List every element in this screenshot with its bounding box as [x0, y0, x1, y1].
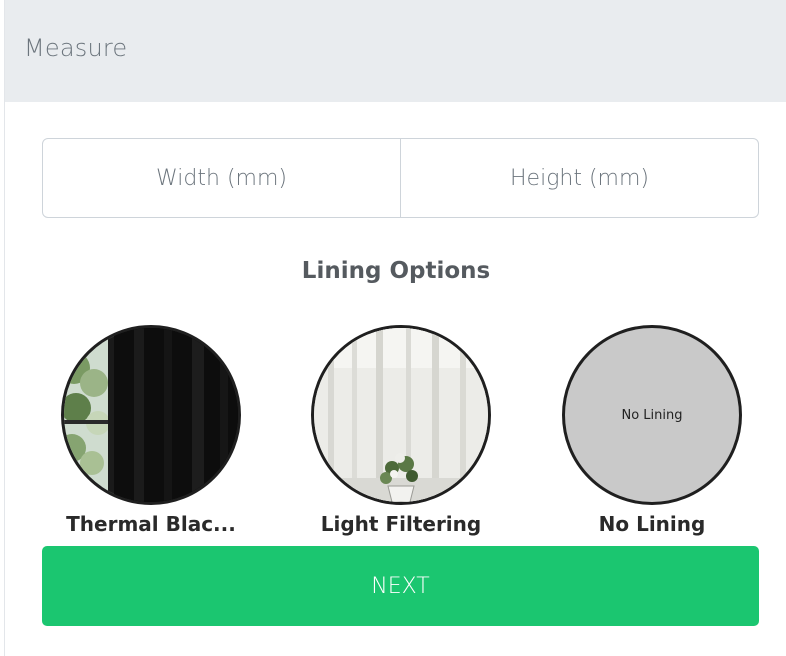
no-lining-image-text: No Lining [621, 407, 683, 423]
lining-option-light-filtering[interactable]: Light Filtering [276, 325, 526, 540]
no-lining-image: No Lining [562, 325, 742, 505]
light-filtering-image [311, 325, 491, 505]
lining-option-label: Light Filtering [320, 512, 482, 536]
height-input[interactable] [401, 139, 758, 217]
lining-option-label: Thermal Blac... [66, 512, 236, 536]
lining-option-no-lining[interactable]: No Lining No Lining [527, 325, 777, 540]
thermal-blackout-image [61, 325, 241, 505]
panel-title: Measure [24, 34, 128, 62]
dimensions-input-group [42, 138, 759, 218]
panel-header: Measure [5, 0, 786, 102]
lining-option-label: No Lining [598, 512, 706, 536]
lining-option-thermal-blackout[interactable]: Thermal Blac... [26, 325, 276, 540]
width-input[interactable] [43, 139, 400, 217]
lining-options-heading: Lining Options [301, 258, 491, 284]
next-button[interactable]: NEXT [42, 546, 759, 626]
measure-panel: Measure Lining Options [4, 0, 786, 656]
